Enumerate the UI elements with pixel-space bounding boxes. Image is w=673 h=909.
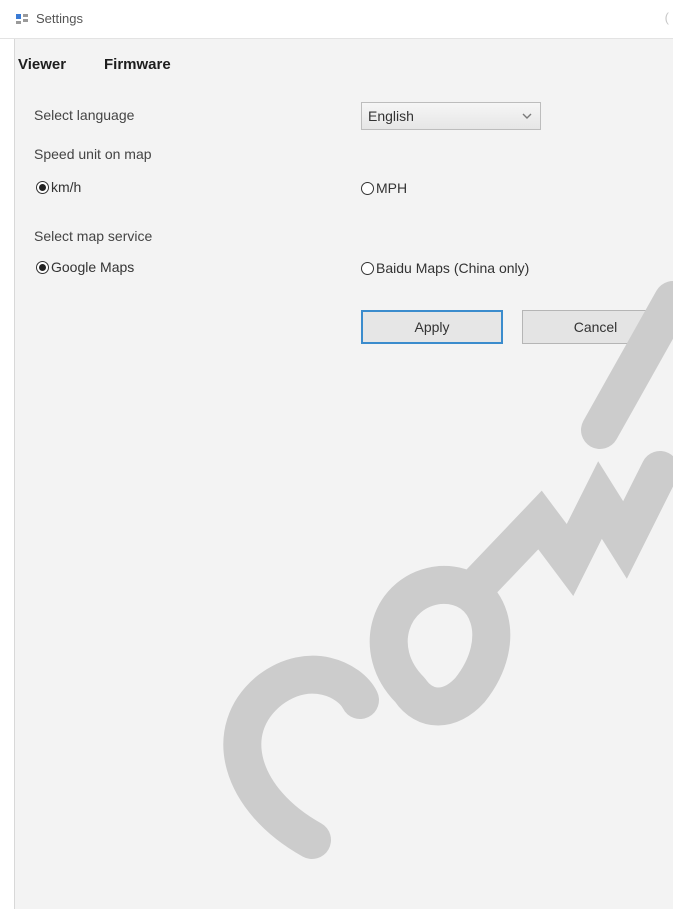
- cancel-button[interactable]: Cancel: [522, 310, 669, 344]
- radio-google-maps[interactable]: Google Maps: [36, 259, 134, 275]
- radio-google-maps-indicator[interactable]: [36, 260, 49, 274]
- radio-mph-label[interactable]: MPH: [376, 180, 407, 196]
- apply-button[interactable]: Apply: [361, 310, 503, 344]
- window-edge-mark: (: [664, 10, 669, 25]
- map-service-label: Select map service: [34, 228, 153, 244]
- radio-mph[interactable]: MPH: [361, 180, 407, 196]
- watermark-o-shape: [369, 565, 511, 726]
- radio-google-maps-label[interactable]: Google Maps: [51, 259, 134, 275]
- window-title: Settings: [36, 11, 83, 26]
- radio-baidu-maps-label[interactable]: Baidu Maps (China only): [376, 260, 529, 276]
- title-bar: Settings (: [0, 0, 673, 39]
- language-select[interactable]: English: [361, 102, 541, 130]
- select-language-label: Select language: [34, 107, 135, 123]
- settings-window: Settings ( Viewer Firmware Select langua…: [0, 0, 673, 909]
- settings-app-icon: [16, 14, 28, 24]
- radio-kmh[interactable]: km/h: [36, 179, 81, 195]
- radio-kmh-label[interactable]: km/h: [51, 179, 81, 195]
- chevron-down-icon: [522, 113, 532, 119]
- radio-mph-indicator[interactable]: [361, 181, 374, 195]
- radio-baidu-maps-indicator[interactable]: [361, 261, 374, 275]
- tab-firmware[interactable]: Firmware: [104, 56, 171, 73]
- radio-baidu-maps[interactable]: Baidu Maps (China only): [361, 260, 529, 276]
- window-left-border: [0, 0, 15, 909]
- watermark-c-shape: [223, 655, 379, 859]
- watermark-overlay: [223, 281, 673, 859]
- language-select-value: English: [368, 108, 414, 124]
- tab-viewer[interactable]: Viewer: [18, 56, 66, 73]
- radio-kmh-indicator[interactable]: [36, 180, 49, 194]
- speed-unit-label: Speed unit on map: [34, 146, 152, 162]
- watermark-m-shape: [459, 451, 673, 604]
